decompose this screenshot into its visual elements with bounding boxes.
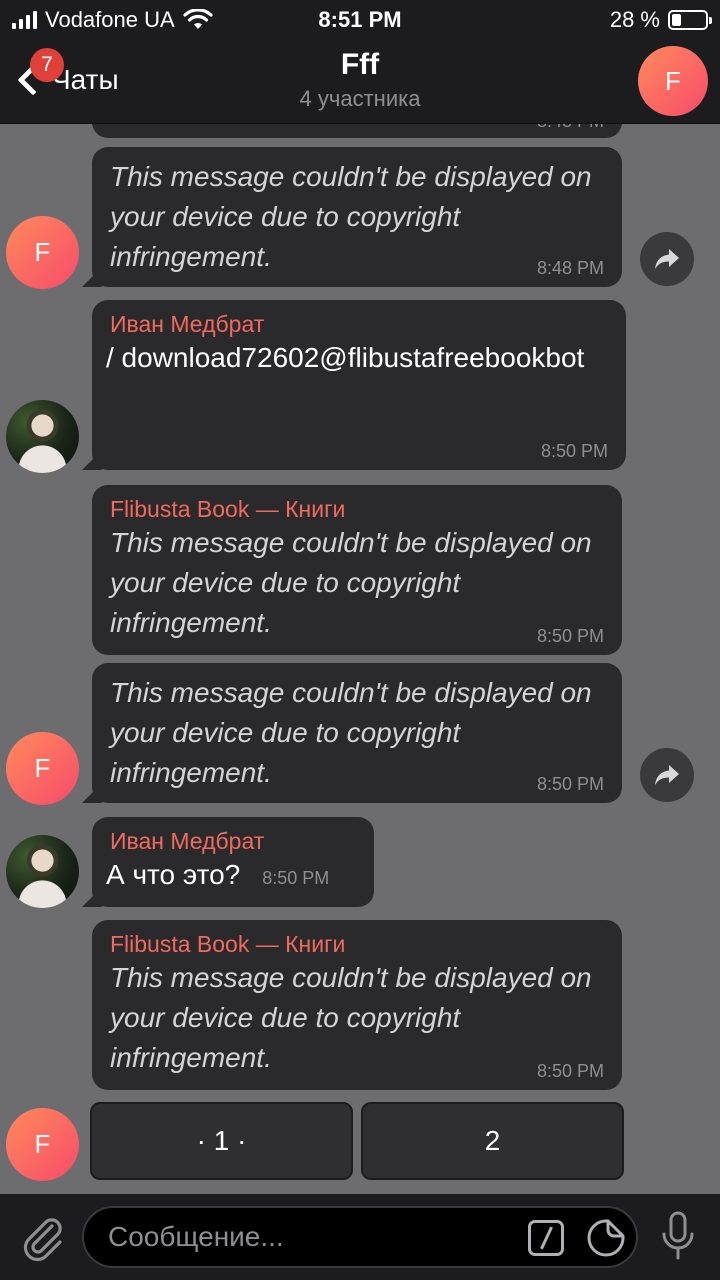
sticker-icon[interactable]: [586, 1218, 626, 1258]
message-time: 8:50 PM: [262, 868, 330, 888]
message-input-bar: [0, 1194, 720, 1280]
battery-icon: [668, 10, 712, 30]
message-bubble[interactable]: Иван Медбрат / download72602@flibustafre…: [92, 300, 626, 470]
sender-avatar[interactable]: F: [6, 1108, 79, 1181]
message-time: 8:50 PM: [536, 774, 604, 794]
user-avatar-photo[interactable]: [6, 835, 79, 908]
inline-keyboard-button-1[interactable]: · 1 ·: [90, 1102, 353, 1180]
sender-avatar[interactable]: F: [6, 216, 79, 289]
message-time: 8:48 PM: [536, 258, 604, 278]
message-text: This message couldn't be displayed on yo…: [110, 161, 592, 272]
sender-avatar[interactable]: F: [6, 732, 79, 805]
chat-header: Vodafone UA 8:51 PM 28 % Чаты 7 Fff 4 уч…: [0, 0, 720, 124]
share-arrow-icon: [655, 765, 679, 785]
status-battery: 28 %: [609, 6, 712, 34]
chat-subtitle: 4 участника: [299, 86, 421, 111]
message-text: This message couldn't be displayed on yo…: [110, 527, 592, 638]
chat-avatar[interactable]: F: [638, 46, 708, 116]
message-bubble[interactable]: This message couldn't be displayed on yo…: [92, 147, 622, 287]
message-text-row: А что это? 8:50 PM: [106, 855, 356, 898]
message-text: / download72602@flibustafreebookbot: [106, 342, 585, 373]
user-avatar-photo[interactable]: [6, 400, 79, 473]
sender-name: Flibusta Book — Книги: [110, 496, 346, 522]
battery-fill: [672, 14, 681, 26]
sender-name: Иван Медбрат: [110, 311, 265, 337]
message-text: This message couldn't be displayed on yo…: [110, 962, 592, 1073]
sender-name: Иван Медбрат: [110, 828, 265, 854]
share-button[interactable]: [640, 232, 694, 286]
microphone-icon[interactable]: [660, 1210, 696, 1264]
battery-percent: 28 %: [609, 7, 660, 32]
message-time: 8:50 PM: [540, 441, 608, 461]
message-text: А что это?: [106, 859, 241, 890]
paperclip-icon[interactable]: [18, 1212, 68, 1262]
inline-keyboard-button-2[interactable]: 2: [361, 1102, 624, 1180]
message-time: 8:50 PM: [536, 626, 604, 646]
chat-title[interactable]: Fff: [160, 48, 560, 82]
message-bubble[interactable]: Flibusta Book — Книги This message could…: [92, 920, 622, 1090]
back-button[interactable]: Чаты 7: [10, 48, 150, 112]
unread-badge: 7: [30, 48, 64, 82]
message-bubble[interactable]: Flibusta Book — Книги This message could…: [92, 485, 622, 655]
message-bubble[interactable]: Иван Медбрат А что это? 8:50 PM: [92, 817, 374, 907]
share-arrow-icon: [655, 249, 679, 269]
message-bubble[interactable]: This message couldn't be displayed on yo…: [92, 663, 622, 803]
slash-command-icon[interactable]: [528, 1220, 564, 1256]
message-text: This message couldn't be displayed on yo…: [110, 677, 592, 788]
message-time: 8:50 PM: [536, 1061, 604, 1081]
sender-name: Flibusta Book — Книги: [110, 931, 346, 957]
share-button[interactable]: [640, 748, 694, 802]
